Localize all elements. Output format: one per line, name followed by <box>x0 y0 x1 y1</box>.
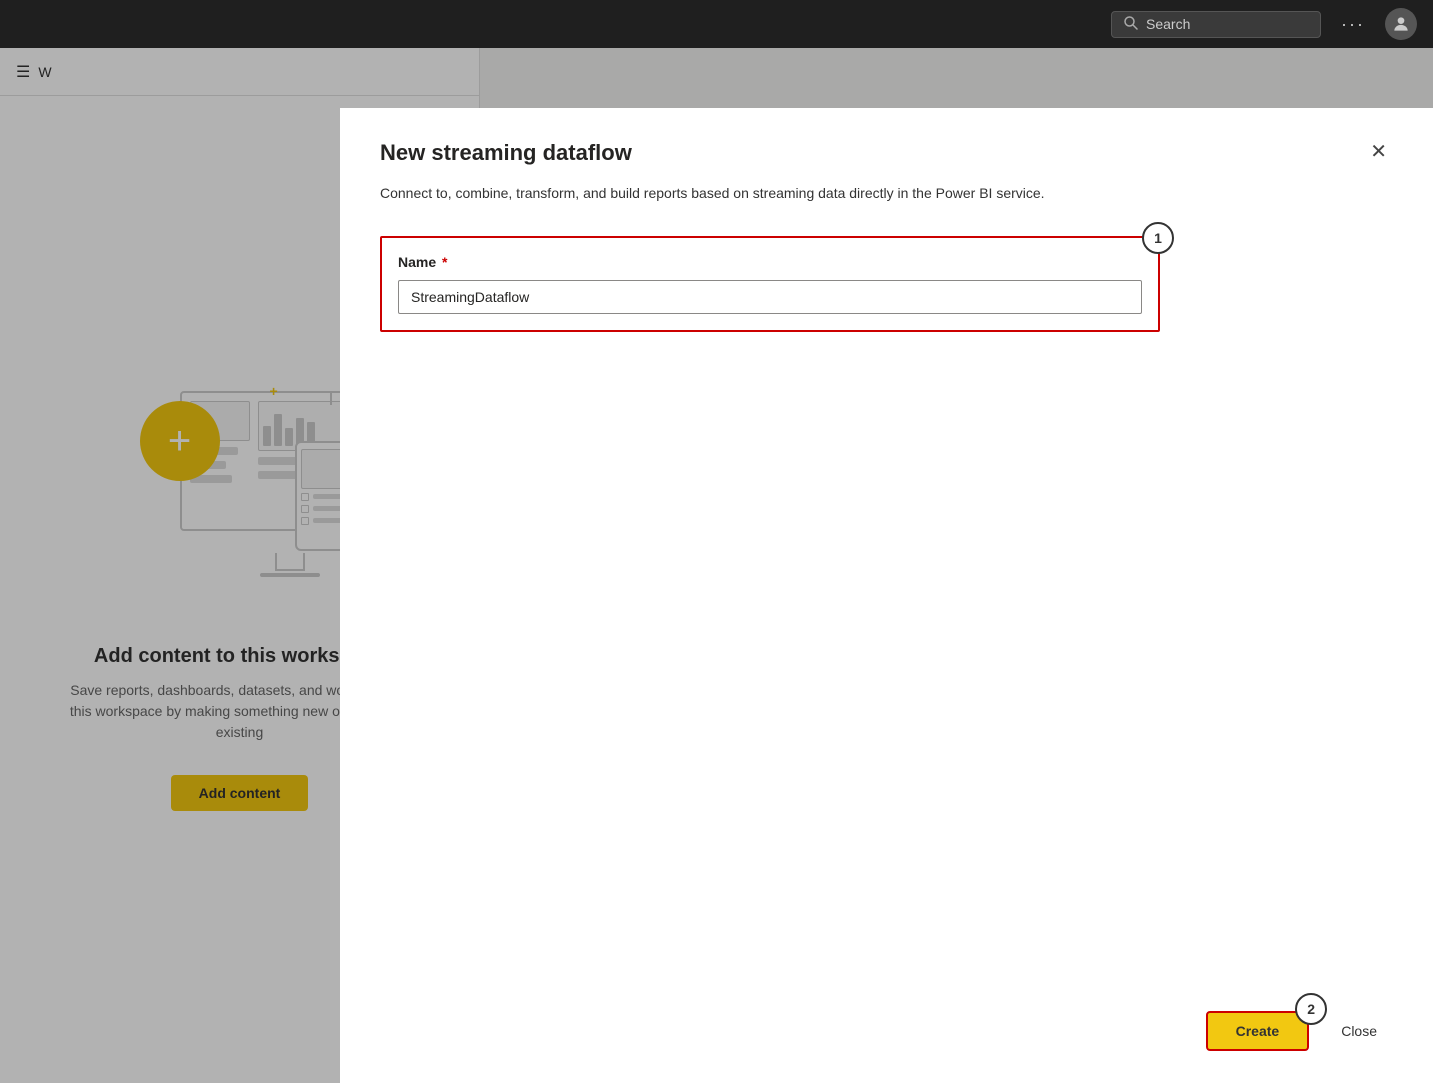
search-icon <box>1124 16 1138 33</box>
required-indicator: * <box>438 254 447 270</box>
search-label: Search <box>1146 16 1190 32</box>
dialog-footer: 2 Create Close <box>380 1011 1393 1051</box>
dialog-title: New streaming dataflow <box>380 140 632 166</box>
new-streaming-dataflow-dialog: New streaming dataflow ✕ Connect to, com… <box>340 108 1433 1083</box>
close-icon[interactable]: ✕ <box>1364 140 1393 164</box>
topbar: Search ··· <box>0 0 1433 48</box>
close-button[interactable]: Close <box>1325 1013 1393 1049</box>
more-button[interactable]: ··· <box>1333 10 1373 39</box>
name-label: Name * <box>398 254 1142 270</box>
user-avatar[interactable] <box>1385 8 1417 40</box>
name-input[interactable] <box>398 280 1142 314</box>
create-button[interactable]: Create <box>1206 1011 1310 1051</box>
dialog-header: New streaming dataflow ✕ <box>380 140 1393 166</box>
dialog-description: Connect to, combine, transform, and buil… <box>380 182 1100 204</box>
annotation-1: 1 <box>1142 222 1174 254</box>
annotation-2: 2 <box>1295 993 1327 1025</box>
search-box[interactable]: Search <box>1111 11 1321 38</box>
create-button-wrapper: 2 Create <box>1206 1011 1310 1051</box>
name-section: 1 Name * <box>380 236 1160 332</box>
main-area: ☰ W + <box>0 48 1433 1083</box>
